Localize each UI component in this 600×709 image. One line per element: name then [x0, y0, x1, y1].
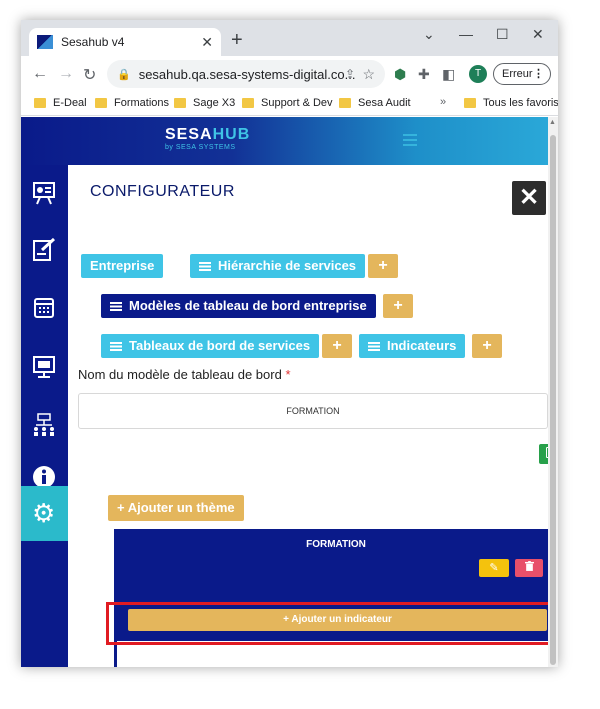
sesahub-logo[interactable]: SESAHUB by SESA SYSTEMS	[165, 126, 250, 151]
url-text: sesahub.qa.sesa-systems-digital.co...	[138, 66, 356, 82]
main-content: CONFIGURATEUR ✕ Entreprise Hiérarchie de…	[68, 165, 548, 667]
error-label: Erreur	[502, 68, 533, 80]
bookmark-label: E-Deal	[53, 97, 87, 109]
all-favorites-folder[interactable]: Tous les favoris	[464, 97, 558, 109]
menu-dots-icon: ⋮	[533, 68, 544, 80]
page-title: CONFIGURATEUR	[90, 183, 235, 200]
gear-icon: ⚙	[32, 498, 56, 528]
profile-avatar[interactable]: T	[469, 65, 487, 83]
extension-shield-icon[interactable]: ⬢	[394, 66, 406, 83]
edit-theme-button[interactable]: ✎	[479, 559, 509, 577]
add-indicateur-button[interactable]: +	[472, 334, 502, 358]
logo-subtitle: by SESA SYSTEMS	[165, 144, 236, 151]
hamburger-menu-icon[interactable]	[403, 134, 417, 149]
tab-label: Hiérarchie de services	[218, 258, 357, 273]
model-name-input[interactable]: FORMATION	[78, 393, 548, 429]
extensions-puzzle-icon[interactable]: ✚	[418, 66, 430, 83]
browser-tab[interactable]: Sesahub v4 ✕	[29, 28, 221, 56]
required-mark: *	[285, 367, 291, 382]
folder-icon	[174, 98, 186, 108]
folder-icon	[242, 98, 254, 108]
lock-icon: 🔒	[117, 68, 131, 81]
browser-toolbar: ← → ↻ 🔒 sesahub.qa.sesa-systems-digital.…	[21, 56, 558, 92]
minimize-button[interactable]: ⌄	[423, 26, 435, 43]
maximize-button[interactable]: ☐	[496, 26, 509, 43]
save-button[interactable]	[539, 444, 548, 464]
close-button[interactable]: ✕	[512, 181, 546, 215]
sidebar-item-settings[interactable]: ⚙	[21, 486, 68, 541]
bookmarks-overflow-icon[interactable]: »	[440, 96, 446, 108]
address-bar[interactable]: 🔒 sesahub.qa.sesa-systems-digital.co... …	[107, 60, 385, 88]
new-tab-button[interactable]: +	[231, 30, 243, 50]
tab-label: Entreprise	[90, 258, 155, 273]
field-label-text: Nom du modèle de tableau de bord	[78, 367, 282, 382]
tab-tableaux[interactable]: Tableaux de bord de services	[101, 334, 320, 358]
bookmark-item[interactable]: Formations	[95, 97, 169, 109]
list-icon	[110, 341, 122, 351]
sidebar: ⚙	[21, 165, 68, 667]
list-icon	[110, 301, 122, 311]
folder-icon	[95, 98, 107, 108]
tab-close-icon[interactable]: ✕	[201, 34, 213, 51]
theme-title: FORMATION	[306, 539, 366, 550]
restore-button[interactable]: —	[459, 26, 473, 42]
bookmark-label: Support & Dev	[261, 97, 333, 109]
folder-icon	[34, 98, 46, 108]
bookmark-item[interactable]: Sesa Audit	[339, 97, 411, 109]
sesahub-favicon-icon	[37, 35, 53, 49]
side-panel-icon[interactable]: ◧	[442, 66, 455, 83]
edit-document-icon[interactable]	[32, 238, 56, 262]
tab-indicateurs[interactable]: Indicateurs	[359, 334, 466, 358]
scroll-up-icon[interactable]: ▲	[549, 119, 556, 126]
tab-title: Sesahub v4	[61, 35, 125, 49]
tab-entreprise[interactable]: Entreprise	[81, 254, 164, 278]
add-tableau-button[interactable]: +	[322, 334, 352, 358]
share-icon[interactable]: ⇪	[345, 67, 355, 81]
bookmark-item[interactable]: Sage X3	[174, 97, 235, 109]
close-window-button[interactable]: ✕	[532, 26, 544, 43]
browser-window: Sesahub v4 ✕ + ⌄ — ☐ ✕ ← → ↻ 🔒 sesahub.q…	[21, 20, 558, 667]
reload-icon[interactable]: ↻	[83, 65, 96, 85]
app-header: SESAHUB by SESA SYSTEMS	[21, 117, 548, 165]
tab-label: Indicateurs	[387, 338, 457, 353]
tab-label: Tableaux de bord de services	[129, 338, 311, 353]
bookmark-label: Formations	[114, 97, 170, 109]
folder-icon	[464, 98, 476, 108]
calendar-icon[interactable]	[32, 295, 56, 319]
logo-hub: HUB	[212, 126, 251, 143]
field-label: Nom du modèle de tableau de bord *	[78, 367, 291, 382]
bookmark-star-icon[interactable]: ☆	[362, 66, 375, 83]
monitor-screen-icon[interactable]	[32, 355, 56, 379]
forward-arrow-icon[interactable]: →	[58, 65, 74, 83]
hierarchy-users-icon[interactable]	[32, 413, 56, 437]
theme-card: FORMATION ✎ + Ajouter un indicateur	[114, 529, 548, 667]
delete-theme-button[interactable]	[515, 559, 543, 577]
list-icon	[368, 341, 380, 351]
bookmark-label: Tous les favoris	[483, 97, 558, 109]
highlight-frame	[106, 602, 548, 645]
scrollbar-thumb[interactable]	[550, 135, 556, 665]
bookmark-label: Sesa Audit	[358, 97, 411, 109]
list-icon	[199, 261, 211, 271]
page-scrollbar[interactable]: ▲	[548, 117, 558, 667]
bookmark-label: Sage X3	[193, 97, 236, 109]
add-modele-button[interactable]: +	[383, 294, 413, 318]
back-arrow-icon[interactable]: ←	[32, 65, 48, 83]
error-button[interactable]: Erreur ⋮	[493, 63, 551, 85]
add-hierarchie-button[interactable]: +	[368, 254, 398, 278]
logo-sesa: SESA	[165, 126, 213, 143]
title-bar: Sesahub v4 ✕ + ⌄ — ☐ ✕	[21, 20, 558, 56]
bookmarks-bar: E-Deal Formations Sage X3 Support & Dev …	[21, 92, 558, 116]
tab-hierarchie[interactable]: Hiérarchie de services	[190, 254, 366, 278]
bookmark-item[interactable]: E-Deal	[34, 97, 87, 109]
trash-icon	[524, 561, 534, 571]
add-theme-button[interactable]: + Ajouter un thème	[108, 495, 244, 521]
tab-modeles[interactable]: Modèles de tableau de bord entreprise	[101, 294, 376, 318]
bookmark-item[interactable]: Support & Dev	[242, 97, 333, 109]
presentation-board-icon[interactable]	[32, 181, 56, 205]
folder-icon	[339, 98, 351, 108]
tab-label: Modèles de tableau de bord entreprise	[129, 298, 367, 313]
